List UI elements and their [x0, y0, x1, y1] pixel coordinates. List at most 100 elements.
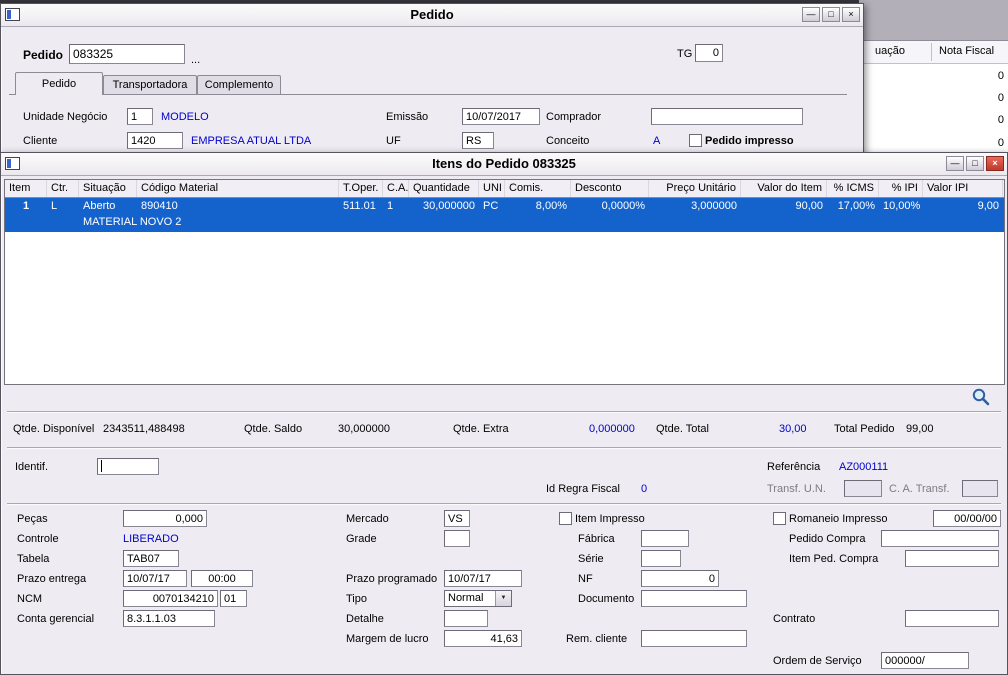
grid-cell: 0 — [997, 137, 1004, 149]
unidade-negocio-desc: MODELO — [161, 111, 209, 123]
ordem-servico-input[interactable] — [881, 652, 969, 669]
maximize-button-icon[interactable]: □ — [966, 156, 984, 171]
romaneio-impresso-label: Romaneio Impresso — [789, 513, 888, 525]
conta-gerencial-input[interactable] — [123, 610, 215, 627]
uf-input[interactable] — [462, 132, 494, 149]
itens-titlebar[interactable]: Itens do Pedido 083325 — □ × — [1, 153, 1007, 176]
cell-ca: 1 — [387, 200, 394, 212]
controle-label: Controle — [17, 533, 59, 545]
ncm-label: NCM — [17, 593, 43, 605]
cell-codigo-material: 890410 — [141, 200, 178, 212]
cell-icms: 17,00% — [837, 200, 875, 212]
pecas-input[interactable] — [123, 510, 207, 527]
documento-input[interactable] — [641, 590, 747, 607]
col-header-codigo-material: Código Material — [137, 180, 339, 197]
tab-transportadora[interactable]: Transportadora — [103, 75, 197, 95]
cell-valor-do-item: 90,00 — [795, 200, 823, 212]
item-ped-compra-input[interactable] — [905, 550, 999, 567]
pedido-impresso-label: Pedido impresso — [705, 135, 794, 147]
pedido-number-input[interactable] — [69, 44, 185, 64]
comprador-input[interactable] — [651, 108, 803, 125]
cell-valor-ipi: 9,00 — [977, 200, 999, 212]
pedido-compra-input[interactable] — [881, 530, 999, 547]
cell-ipi: 10,00% — [883, 200, 921, 212]
identif-input[interactable] — [97, 458, 159, 475]
itens-window: Itens do Pedido 083325 — □ × Item Ctr. S… — [0, 152, 1008, 675]
tab-label: Pedido — [41, 78, 77, 90]
minimize-button-icon[interactable]: — — [946, 156, 964, 171]
col-header-quantidade: Quantidade — [409, 180, 479, 197]
prazo-entrega-hora-input[interactable] — [191, 570, 253, 587]
documento-label: Documento — [578, 593, 635, 605]
contrato-input[interactable] — [905, 610, 999, 627]
tab-label: Complemento — [204, 79, 274, 91]
tipo-selected-value: Normal — [448, 592, 484, 604]
tabela-input[interactable] — [123, 550, 179, 567]
romaneio-data-input[interactable] — [933, 510, 1001, 527]
separator — [7, 447, 1001, 449]
pedido-compra-label: Pedido Compra — [789, 533, 866, 545]
romaneio-impresso-checkbox[interactable] — [773, 512, 786, 525]
referencia-value: AZ000111 — [839, 461, 889, 473]
item-impresso-checkbox[interactable] — [559, 512, 572, 525]
tipo-select[interactable]: Normal ▼ — [444, 590, 512, 607]
col-header-uni: UNI — [479, 180, 505, 197]
prazo-entrega-label: Prazo entrega — [17, 573, 87, 585]
column-header-nota-fiscal: Nota Fiscal — [939, 45, 995, 57]
minimize-button-icon[interactable]: — — [802, 7, 820, 22]
qtde-saldo-label: Qtde. Saldo — [244, 423, 303, 435]
col-header-ca: C.A. — [383, 180, 409, 197]
magnifier-icon[interactable] — [971, 387, 991, 407]
fabrica-input[interactable] — [641, 530, 689, 547]
total-pedido-label: Total Pedido — [834, 423, 895, 435]
close-button-icon[interactable]: × — [842, 7, 860, 22]
tab-complemento[interactable]: Complemento — [197, 75, 281, 95]
tab-label: Transportadora — [112, 79, 188, 91]
prazo-entrega-data-input[interactable] — [123, 570, 187, 587]
grade-input[interactable] — [444, 530, 470, 547]
ncm-ex-input[interactable] — [220, 590, 247, 607]
fabrica-label: Fábrica — [578, 533, 615, 545]
text-caret — [101, 460, 102, 472]
nf-input[interactable] — [641, 570, 719, 587]
col-header-item: Item — [5, 180, 47, 197]
qtde-saldo-value: 30,000000 — [338, 423, 390, 435]
comprador-label: Comprador — [546, 111, 602, 123]
qtde-total-label: Qtde. Total — [656, 423, 709, 435]
ncm-input[interactable] — [123, 590, 218, 607]
margem-lucro-input[interactable] — [444, 630, 522, 647]
chevron-down-icon[interactable]: ▼ — [495, 591, 511, 606]
cell-uni: PC — [483, 200, 499, 212]
table-row-selected[interactable]: 1 L Aberto 890410 511.01 1 30,000000 PC … — [5, 198, 1004, 232]
serie-input[interactable] — [641, 550, 681, 567]
rem-cliente-label: Rem. cliente — [566, 633, 628, 645]
emissao-input[interactable] — [462, 108, 540, 125]
mercado-input[interactable] — [444, 510, 470, 527]
cell-quantidade: 30,000000 — [423, 200, 475, 212]
cell-t-oper: 511.01 — [343, 200, 376, 212]
cliente-input[interactable] — [127, 132, 183, 149]
close-button-icon[interactable]: × — [986, 156, 1004, 171]
grade-label: Grade — [346, 533, 377, 545]
col-header-icms: % ICMS — [827, 180, 879, 197]
col-header-valor-ipi: Valor IPI — [923, 180, 1003, 197]
prazo-programado-label: Prazo programado — [346, 573, 438, 585]
tg-label: TG — [677, 48, 693, 60]
pedido-impresso-checkbox[interactable] — [689, 134, 702, 147]
cell-preco-unitario: 3,000000 — [691, 200, 737, 212]
detalhe-input[interactable] — [444, 610, 488, 627]
referencia-label: Referência — [767, 461, 821, 473]
pecas-label: Peças — [17, 513, 48, 525]
browse-ellipsis-button[interactable]: ... — [191, 54, 200, 66]
col-header-valor-do-item: Valor do Item — [741, 180, 827, 197]
col-header-preco-unitario: Preço Unitário — [649, 180, 741, 197]
maximize-button-icon[interactable]: □ — [822, 7, 840, 22]
unidade-negocio-input[interactable] — [127, 108, 153, 125]
pedido-titlebar[interactable]: Pedido — □ × — [1, 4, 863, 27]
tab-content-border — [9, 94, 847, 95]
rem-cliente-input[interactable] — [641, 630, 747, 647]
tg-input[interactable] — [695, 44, 723, 62]
prazo-programado-input[interactable] — [444, 570, 522, 587]
tab-pedido[interactable]: Pedido — [15, 72, 103, 95]
cell-item: 1 — [22, 200, 30, 212]
